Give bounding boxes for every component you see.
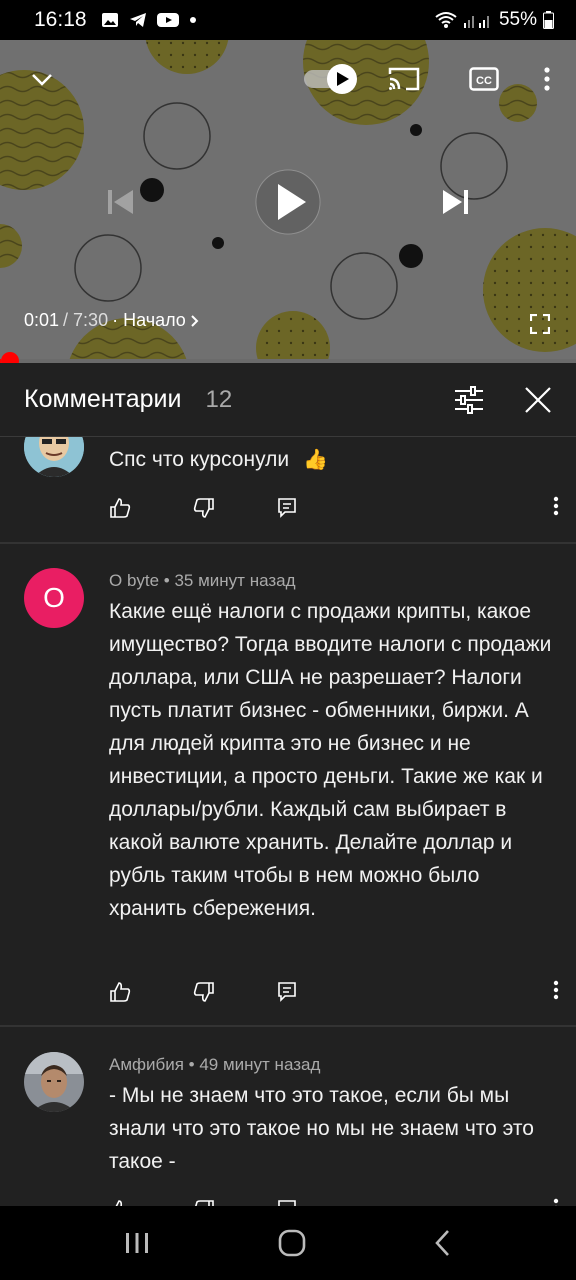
divider [0, 1025, 576, 1027]
avatar[interactable] [24, 1052, 84, 1112]
reply-icon[interactable] [277, 981, 297, 1003]
comments-title: Комментарии [24, 385, 182, 413]
previous-button[interactable] [100, 182, 140, 222]
player-more-button[interactable] [532, 62, 562, 96]
comment-actions [109, 1195, 559, 1206]
wifi-icon [435, 12, 457, 28]
captions-button[interactable]: CC [464, 62, 504, 96]
like-icon[interactable] [109, 497, 131, 519]
comments-panel: Комментарии 12 Спс что курсонули 👍 O O b… [0, 363, 576, 1206]
recents-icon[interactable] [124, 1231, 150, 1255]
previous-icon [108, 190, 133, 214]
reply-icon[interactable] [277, 1199, 297, 1206]
chevron-right-icon [191, 314, 199, 327]
fullscreen-icon [530, 314, 550, 334]
more-vert-icon [544, 67, 550, 91]
telegram-icon [129, 13, 146, 27]
cast-button[interactable] [384, 62, 424, 96]
avatar-photo-image [24, 1052, 84, 1112]
dislike-icon[interactable] [193, 981, 215, 1003]
play-button[interactable] [254, 168, 322, 236]
signal-icon [463, 16, 489, 28]
next-button[interactable] [436, 182, 476, 222]
close-icon[interactable] [524, 386, 552, 414]
comment-text: Какие ещё налоги с продажи крипты, какое… [109, 600, 552, 920]
comments-header: Комментарии 12 [0, 363, 576, 437]
comment-actions [109, 977, 559, 1007]
more-vert-icon[interactable] [553, 496, 559, 516]
divider [0, 542, 576, 544]
back-icon[interactable] [434, 1229, 452, 1257]
comment-text-content: Спс что курсонули [109, 448, 290, 471]
avatar[interactable]: O [24, 568, 84, 628]
like-icon[interactable] [109, 981, 131, 1003]
autoplay-toggle-icon [304, 64, 357, 94]
dislike-icon[interactable] [193, 1199, 215, 1206]
autoplay-toggle[interactable] [302, 62, 360, 96]
comment-text: Спс что курсонули 👍 [109, 443, 559, 477]
comment-text: - Мы не знаем что это такое, если бы мы … [109, 1084, 534, 1173]
chevron-down-icon [32, 74, 52, 86]
minimize-button[interactable] [22, 60, 62, 100]
next-icon [443, 190, 468, 214]
more-vert-icon[interactable] [553, 980, 559, 1000]
fullscreen-button[interactable] [522, 306, 558, 342]
avatar-letter: O [43, 582, 65, 613]
cast-icon [388, 67, 420, 91]
captions-icon: CC [469, 67, 499, 91]
total-time: / 7:30 [63, 310, 109, 330]
reply-icon[interactable] [277, 497, 297, 519]
video-player[interactable]: CC 0:01 / 7:30 · Начало [0, 40, 576, 363]
comment-actions [109, 493, 559, 523]
youtube-icon [156, 13, 179, 27]
thumbs-up-emoji: 👍 [302, 449, 328, 471]
dot-icon [189, 17, 196, 23]
comment-meta: Амфибия • 49 минут назад [109, 1055, 321, 1074]
filter-icon[interactable] [454, 385, 484, 414]
svg-text:CC: CC [476, 75, 492, 87]
comments-count: 12 [205, 385, 233, 413]
current-time: 0:01 [24, 310, 60, 330]
dislike-icon[interactable] [193, 497, 215, 519]
status-time: 16:18 [34, 8, 87, 31]
more-vert-icon[interactable] [553, 1198, 559, 1207]
chapter-link[interactable]: · Начало [112, 310, 186, 331]
like-icon[interactable] [109, 1199, 131, 1206]
battery-percent: 55% [498, 9, 537, 30]
home-icon[interactable] [277, 1228, 307, 1258]
time-display: 0:01 / 7:30 · Начало [24, 310, 200, 331]
play-icon [255, 169, 321, 235]
status-bar: 16:18 55% [0, 0, 576, 40]
comment-meta: O byte • 35 минут назад [109, 571, 296, 590]
battery-icon [543, 11, 554, 29]
system-nav-bar [0, 1206, 576, 1280]
gallery-icon [101, 13, 118, 27]
